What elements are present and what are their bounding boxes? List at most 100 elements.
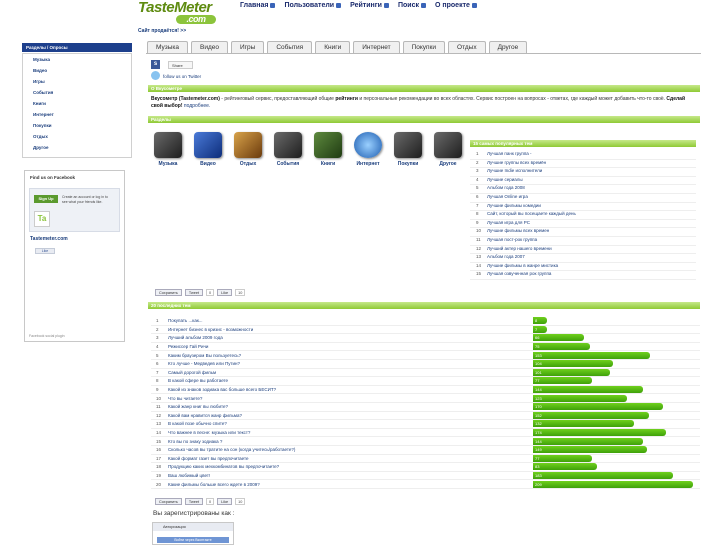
section-internet[interactable]: Интернет [348,132,388,167]
latest-topic-link[interactable]: Кто вы по знаку зодиака ? [168,439,533,444]
latest-topic-link[interactable]: Самый дорогой фильм [168,370,533,375]
popular-topic-row[interactable]: 10 Лучшие фильмы всех времен [470,228,696,237]
popular-topic-row[interactable]: 13 Альбом года 2007 [470,254,696,263]
nav-search[interactable]: Поиск [398,2,426,9]
latest-topic-link[interactable]: Лучший альбом 2009 года [168,335,533,340]
tab-video[interactable]: Видео [191,41,228,53]
section-shopping[interactable]: Покупки [388,132,428,167]
nav-home[interactable]: Главная [240,2,276,9]
share-button[interactable]: Share [168,61,193,69]
latest-topic-link[interactable]: Какие фильмы больше всего ждете в 2009? [168,482,533,487]
tweet-button[interactable]: Tweet [184,498,204,505]
latest-topic-link[interactable]: Продукцию каких мехкомбинатов вы предпоч… [168,464,533,469]
popular-topic-link[interactable]: Лучшая Online игра [487,194,528,202]
nav-users[interactable]: Пользователи [284,2,342,9]
ratings-link[interactable]: рейтинги [335,96,358,102]
tweet-button[interactable]: Tweet [184,289,204,296]
facebook-like-button[interactable]: Like [35,248,55,254]
tab-music[interactable]: Музыка [147,41,188,53]
popular-topic-row[interactable]: 7 Лучшие фильмы комедии [470,203,696,212]
latest-topic-link[interactable]: Кто лучше - Медведев или Путин? [168,361,533,366]
popular-topic-link[interactable]: Лучшая пост-рок группа [487,237,537,245]
latest-topic-link[interactable]: Какой из знаков зодиака вас больше всего… [168,387,533,392]
latest-topic-link[interactable]: Режиссер Гай Ричи [168,344,533,349]
latest-topic-link[interactable]: Каким браузером Вы пользуетесь? [168,353,533,358]
popular-topic-link[interactable]: Лучшая игра для PC [487,220,530,228]
popular-topic-row[interactable]: 3 Лучшие Indie исполнители [470,168,696,177]
sidebar-item-video[interactable]: Видео [23,65,131,76]
popular-topic-row[interactable]: 4 Лучшие сериалы [470,177,696,186]
site-logo[interactable]: TasteMeter .com [138,0,224,25]
site-for-sale-link[interactable]: Сайт продаётся! >> [138,28,186,34]
popular-topic-link[interactable]: Лучшие Indie исполнители [487,168,542,176]
popular-topic-link[interactable]: Лучшие фильмы комедии [487,203,541,211]
popular-topic-row[interactable]: 8 Сайт, который вы посещаете каждый день [470,211,696,220]
popular-topic-row[interactable]: 12 Лучший актер нашего времени [470,246,696,255]
popular-topic-row[interactable]: 1 Лучшая панк группа - [470,151,696,160]
follow-twitter-link[interactable]: follow us on Twitter [163,74,201,79]
share-icon[interactable]: s [151,60,160,69]
latest-topic-link[interactable]: Какой формат газет вы предпочитаете [168,456,533,461]
popular-topic-link[interactable]: Лучшая панк группа - [487,151,532,159]
facebook-page-name[interactable]: Tastemeter.com [30,236,119,242]
sidebar-item-events[interactable]: События [23,87,131,98]
popular-topic-link[interactable]: Лучшие группы всех времён [487,160,546,168]
twitter-icon[interactable] [151,71,160,80]
popular-topic-row[interactable]: 2 Лучшие группы всех времён [470,160,696,169]
vk-login-button[interactable]: Войти через Вконтакте [157,537,229,543]
save-button[interactable]: Сохранить [155,289,182,296]
latest-topic-link[interactable]: Какой жанр книг вы любите? [168,404,533,409]
popular-topic-link[interactable]: Лучшая озвученная рок группа [487,271,551,279]
popular-topic-link[interactable]: Сайт, который вы посещаете каждый день [487,211,576,219]
popular-topic-row[interactable]: 11 Лучшая пост-рок группа [470,237,696,246]
section-other[interactable]: Другое [428,132,468,167]
facebook-signup-button[interactable]: Sign Up [34,195,58,203]
section-events[interactable]: События [268,132,308,167]
latest-topic-link[interactable]: Что важнее в песне: музыка или текст? [168,430,533,435]
tab-shopping[interactable]: Покупки [402,41,446,53]
section-music[interactable]: Музыка [148,132,188,167]
popular-topic-row[interactable]: 15 Лучшая озвученная рок группа [470,271,696,280]
sidebar-item-other[interactable]: Другое [23,142,131,153]
sidebar-item-leisure[interactable]: Отдых [23,131,131,142]
popular-topic-row[interactable]: 5 Альбом года 2008 [470,185,696,194]
sidebar-item-books[interactable]: Книги [23,98,131,109]
save-button[interactable]: Сохранить [155,498,182,505]
popular-topic-link[interactable]: Лучший актер нашего времени [487,246,552,254]
tab-internet[interactable]: Интернет [353,41,400,53]
latest-topic-link[interactable]: В какой позе обычно спите? [168,421,533,426]
like-button[interactable]: Like [217,289,233,296]
latest-topic-link[interactable]: Что вы читаете? [168,396,533,401]
sidebar-item-shopping[interactable]: Покупки [23,120,131,131]
section-leisure[interactable]: Отдых [228,132,268,167]
section-books[interactable]: Книги [308,132,348,167]
tab-leisure[interactable]: Отдых [448,41,486,53]
like-button[interactable]: Like [217,498,233,505]
popular-topic-link[interactable]: Альбом года 2007 [487,254,525,262]
section-video[interactable]: Видео [188,132,228,167]
read-more-link[interactable]: подробнее. [183,103,210,109]
nav-ratings[interactable]: Рейтинги [350,2,389,9]
popular-topic-link[interactable]: Лучшие фильмы в жанре мистика [487,263,558,271]
popular-topic-row[interactable]: 6 Лучшая Online игра [470,194,696,203]
popular-topic-row[interactable]: 9 Лучшая игра для PC [470,220,696,229]
sidebar-item-games[interactable]: Игры [23,76,131,87]
sidebar-item-internet[interactable]: Интернет [23,109,131,120]
latest-topic-link[interactable]: Интернет бизнес в кризис - возможности [168,327,533,332]
latest-topic-link[interactable]: Какой вам нравится жанр фильма? [168,413,533,418]
latest-topic-link[interactable]: Покупать ...как... [168,318,533,323]
latest-topic-link[interactable]: Сколько часов вы тратите на сон (когда у… [168,447,533,452]
popular-topic-row[interactable]: 14 Лучшие фильмы в жанре мистика [470,263,696,272]
popular-topic-link[interactable]: Лучшие сериалы [487,177,523,185]
sidebar-item-music[interactable]: Музыка [23,54,131,65]
tab-books[interactable]: Книги [315,41,351,53]
nav-about[interactable]: О проекте [435,2,477,9]
latest-topic-link[interactable]: В какой сфере вы работаете [168,378,533,383]
popular-topics: 15 самых популярных тем 1 Лучшая панк гру… [470,140,696,280]
tab-other[interactable]: Другое [488,41,528,53]
popular-topic-link[interactable]: Лучшие фильмы всех времен [487,228,549,236]
latest-topic-link[interactable]: Ваш любимый цвет! [168,473,533,478]
tab-events[interactable]: События [267,41,313,53]
tab-games[interactable]: Игры [231,41,265,53]
popular-topic-link[interactable]: Альбом года 2008 [487,185,525,193]
